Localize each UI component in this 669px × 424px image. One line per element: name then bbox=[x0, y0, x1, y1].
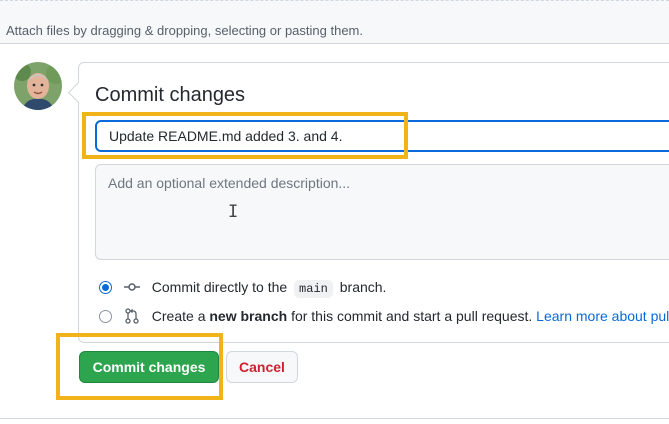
attach-files-bar[interactable]: Attach files by dragging & dropping, sel… bbox=[0, 0, 669, 44]
pull-request-icon bbox=[124, 308, 140, 327]
attach-files-text: Attach files by dragging & dropping, sel… bbox=[6, 23, 363, 38]
new-branch-prefix: Create a bbox=[151, 308, 206, 324]
commit-direct-prefix: Commit directly to the bbox=[151, 279, 288, 295]
commit-heading: Commit changes bbox=[95, 84, 246, 106]
commit-changes-button[interactable]: Commit changes bbox=[79, 351, 219, 383]
avatar bbox=[14, 62, 62, 110]
new-branch-radio[interactable] bbox=[99, 310, 112, 323]
learn-more-link[interactable]: Learn more about pull r bbox=[536, 308, 669, 324]
commit-direct-radio[interactable] bbox=[99, 281, 112, 294]
branch-name: main bbox=[294, 280, 333, 298]
commit-description-textarea[interactable]: Add an optional extended description... bbox=[95, 164, 669, 260]
divider bbox=[0, 418, 669, 419]
commit-icon bbox=[123, 279, 140, 298]
text-cursor-icon: I bbox=[228, 202, 239, 222]
new-branch-option[interactable]: Create a new branch for this commit and … bbox=[99, 308, 669, 327]
cancel-button[interactable]: Cancel bbox=[226, 351, 298, 383]
new-branch-middle: for this commit and start a pull request… bbox=[291, 308, 533, 324]
new-branch-bold: new branch bbox=[209, 308, 288, 324]
commit-summary-input[interactable]: Update README.md added 3. and 4. bbox=[95, 120, 669, 152]
commit-direct-suffix: branch. bbox=[339, 279, 387, 295]
commit-direct-option[interactable]: Commit directly to the main branch. bbox=[99, 279, 386, 298]
